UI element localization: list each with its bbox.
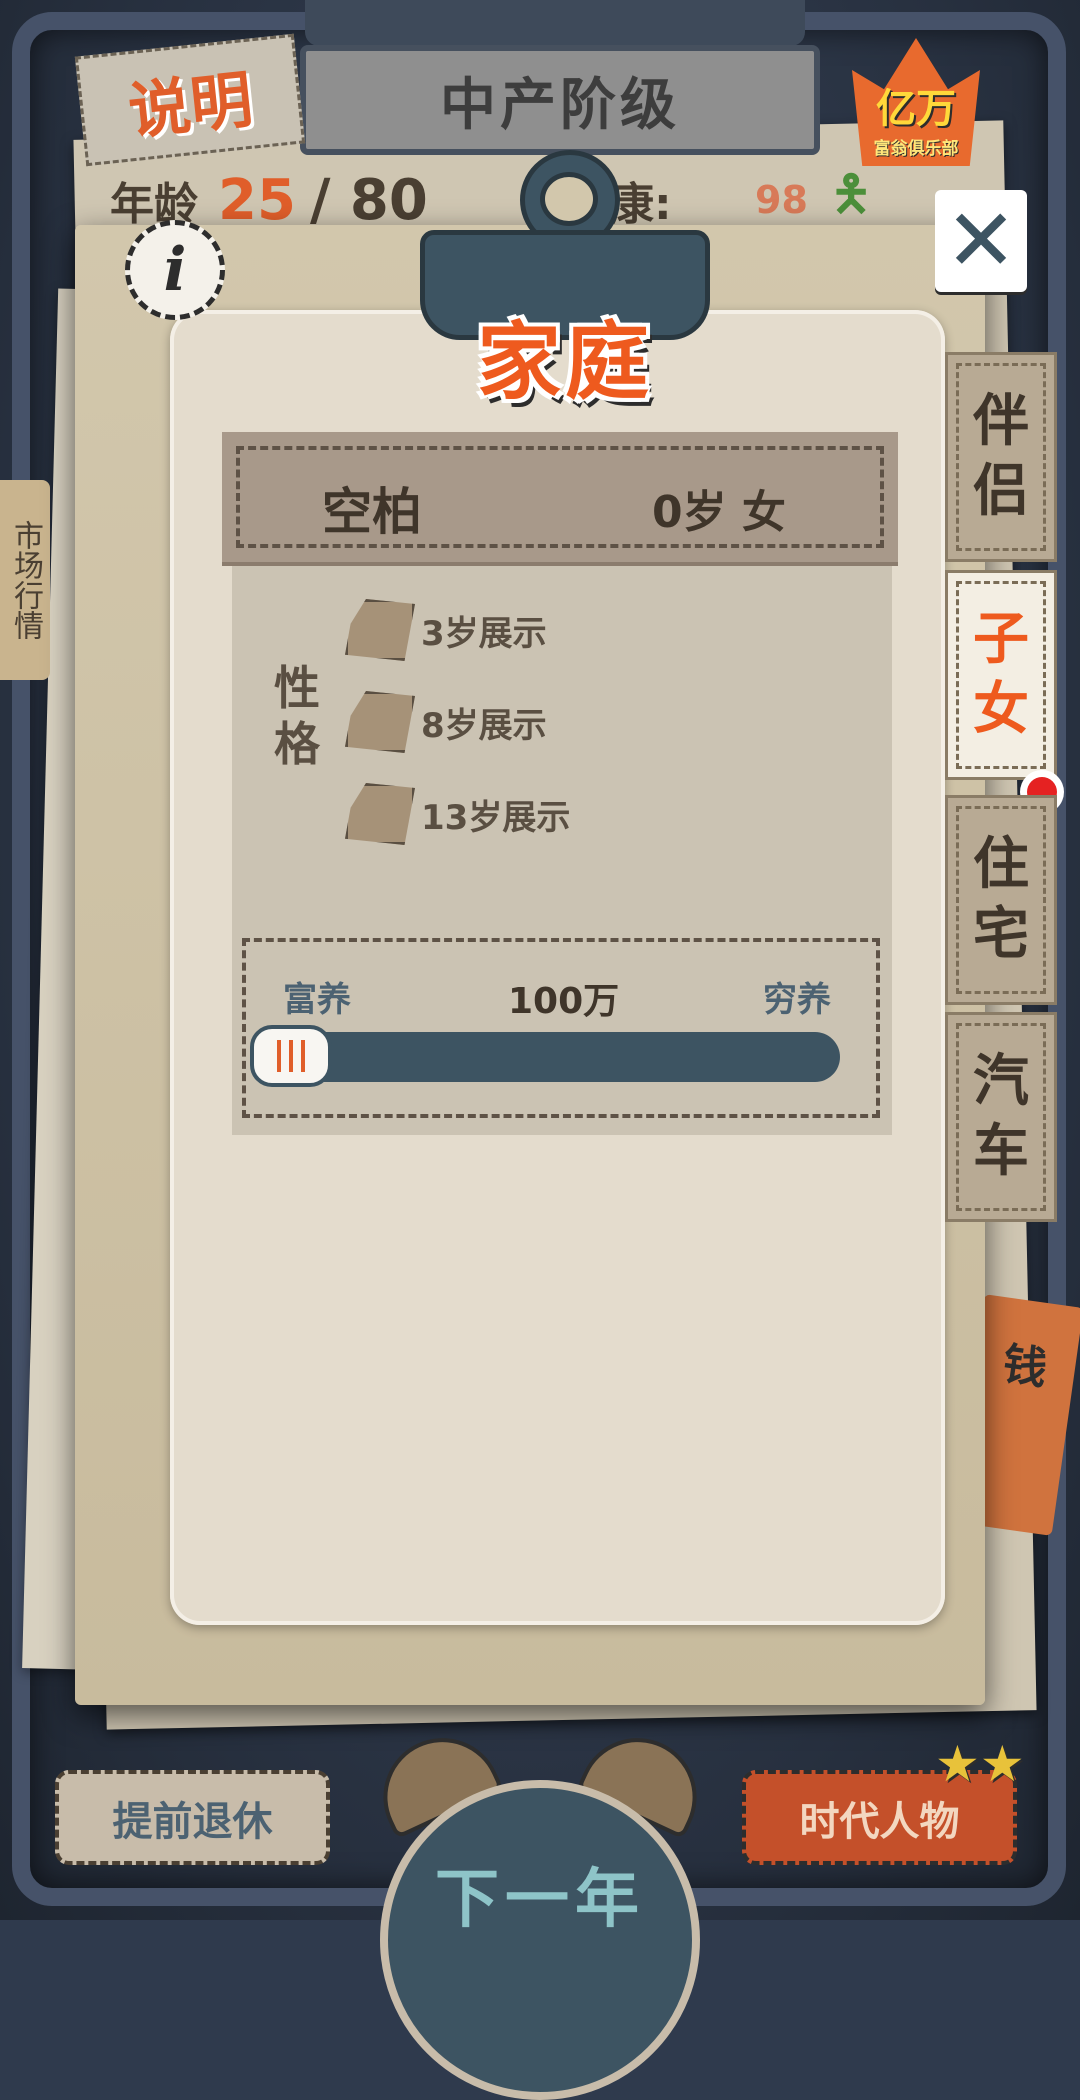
class-title: 中产阶级	[300, 45, 820, 155]
upbringing-slider-box	[242, 938, 880, 1118]
top-clip	[305, 0, 805, 46]
child-header: 空柏 0岁 女	[222, 432, 898, 562]
trait-item[interactable]: 8岁展示	[345, 691, 547, 753]
locked-trait-icon	[345, 691, 415, 753]
stars-icon: ★★	[935, 1735, 1025, 1793]
clip-ring-hole	[540, 172, 598, 226]
trait-text: 8岁展示	[421, 705, 547, 746]
locked-trait-icon	[345, 599, 415, 661]
locked-trait-icon	[345, 783, 415, 845]
billionaire-club-badge[interactable]: 亿万 富翁俱乐部	[852, 38, 980, 166]
dialog-title: 家庭	[476, 313, 653, 411]
age-max: / 80	[309, 167, 428, 233]
tab-housing[interactable]: 住宅	[945, 795, 1057, 1005]
child-name: 空柏	[322, 483, 422, 541]
child-age-gender: 0岁 女	[652, 487, 786, 538]
slider-value: 100万	[508, 981, 620, 1022]
tab-partner[interactable]: 伴侣	[945, 352, 1057, 562]
market-side-tab[interactable]: 市场行情	[0, 480, 50, 680]
traits-label: 性格	[274, 661, 320, 771]
club-badge-sub: 富翁俱乐部	[873, 138, 959, 159]
help-button[interactable]: 说明	[74, 33, 306, 167]
upbringing-slider-thumb[interactable]	[250, 1025, 332, 1087]
tab-children[interactable]: 子女	[945, 570, 1057, 780]
trait-item[interactable]: 13岁展示	[345, 783, 571, 845]
next-year-button[interactable]: 下一年	[364, 1718, 716, 2100]
tab-car[interactable]: 汽车	[945, 1012, 1057, 1222]
upbringing-slider-track[interactable]	[252, 1032, 840, 1082]
early-retire-button[interactable]: 提前退休	[55, 1770, 330, 1865]
age-value: 25	[218, 167, 296, 233]
trait-text: 3岁展示	[421, 613, 547, 654]
info-icon[interactable]: i	[125, 220, 225, 320]
ticket-text: 钱	[999, 1338, 1051, 1396]
trait-text: 13岁展示	[421, 797, 571, 838]
close-icon[interactable]: ✕	[935, 190, 1027, 292]
slider-left-label: 富养	[283, 980, 351, 1020]
club-badge-main: 亿万	[876, 85, 956, 132]
next-year-label: 下一年	[435, 1863, 645, 1937]
slider-right-label: 穷养	[763, 980, 831, 1020]
trait-item[interactable]: 3岁展示	[345, 599, 547, 661]
health-value: 98	[755, 178, 808, 222]
clock-face: 下一年	[380, 1780, 700, 2100]
